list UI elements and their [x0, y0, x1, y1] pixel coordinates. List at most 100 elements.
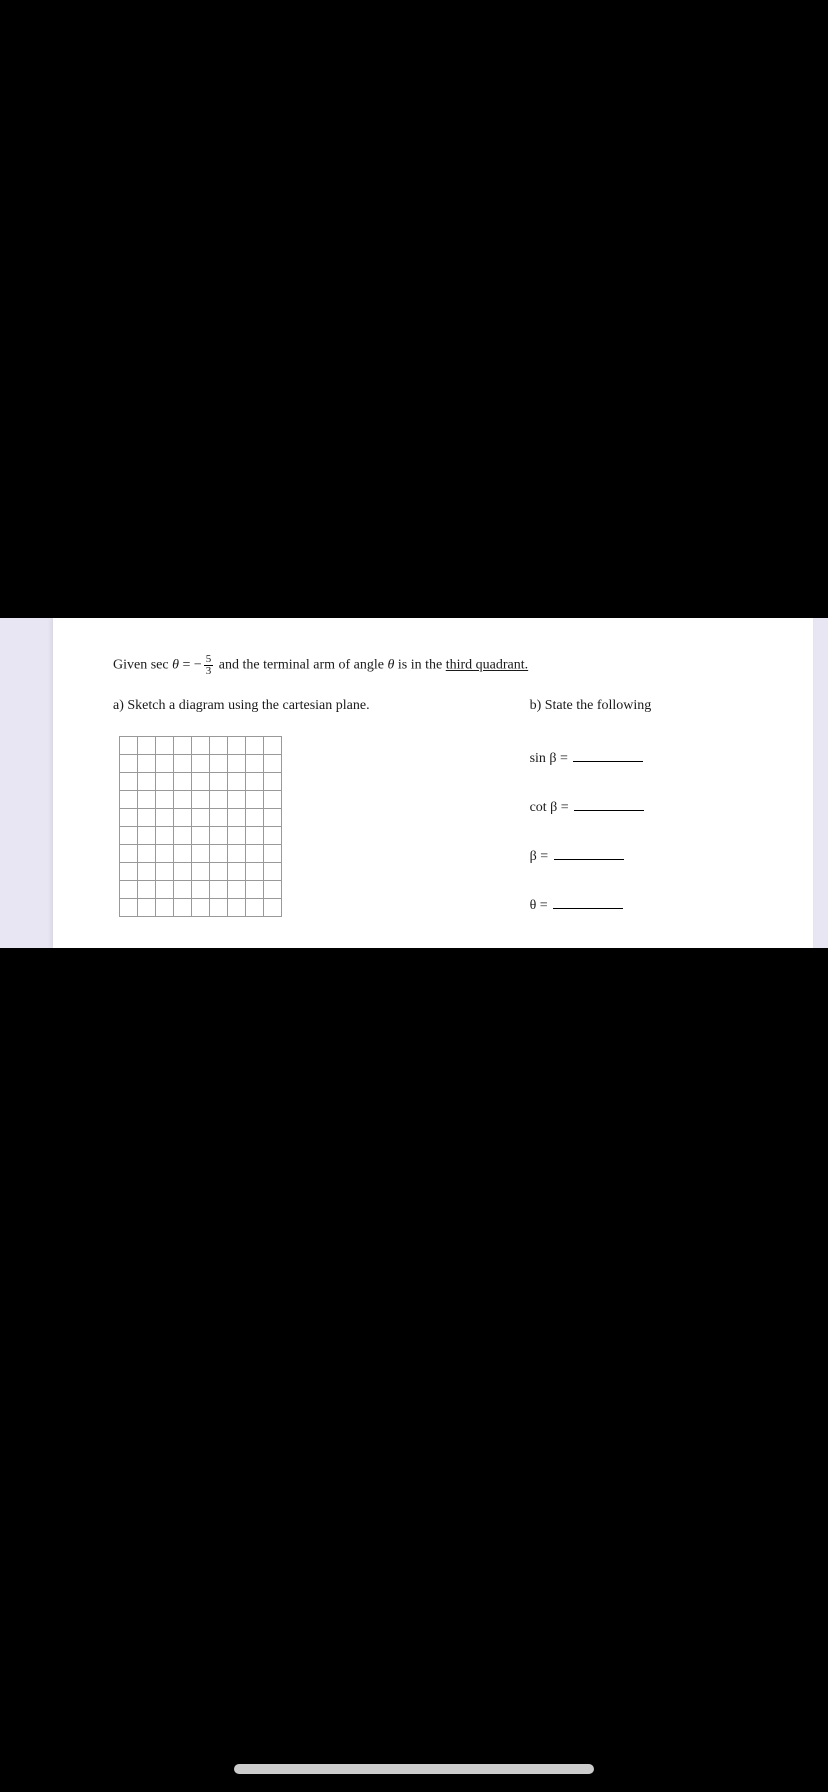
grid-cell [210, 899, 228, 917]
grid-cell [246, 791, 264, 809]
grid-cell [120, 827, 138, 845]
equals-text: = − [179, 658, 202, 673]
grid-cell [192, 755, 210, 773]
grid-table [119, 736, 282, 917]
grid-cell [156, 773, 174, 791]
grid-cell [192, 773, 210, 791]
grid-cell [138, 827, 156, 845]
grid-cell [120, 899, 138, 917]
grid-cell [228, 881, 246, 899]
answer-line: θ = [530, 895, 765, 916]
answer-blank[interactable] [553, 897, 623, 909]
grid-cell [192, 863, 210, 881]
grid-cell [264, 809, 282, 827]
grid-cell [264, 881, 282, 899]
grid-cell [210, 737, 228, 755]
grid-cell [120, 881, 138, 899]
grid-cell [138, 773, 156, 791]
grid-cell [246, 881, 264, 899]
grid-cell [192, 845, 210, 863]
grid-cell [210, 809, 228, 827]
grid-cell [174, 845, 192, 863]
grid-cell [210, 791, 228, 809]
grid-cell [156, 827, 174, 845]
answer-blank[interactable] [574, 799, 644, 811]
grid-cell [264, 845, 282, 863]
part-b-heading: b) State the following [530, 695, 765, 716]
grid-cell [120, 773, 138, 791]
grid-cell [156, 899, 174, 917]
answer-line: cot β = [530, 797, 765, 818]
grid-cell [138, 809, 156, 827]
grid-cell [174, 791, 192, 809]
grid-cell [138, 881, 156, 899]
grid-cell [210, 863, 228, 881]
grid-cell [246, 899, 264, 917]
given-text-prefix: Given sec [113, 658, 172, 673]
grid-cell [174, 755, 192, 773]
grid-cell [246, 737, 264, 755]
columns-container: a) Sketch a diagram using the cartesian … [113, 695, 765, 917]
grid-cell [210, 773, 228, 791]
grid-cell [138, 737, 156, 755]
grid-cell [228, 809, 246, 827]
grid-cell [138, 791, 156, 809]
given-text-mid2: is in the [394, 658, 445, 673]
document-viewport: Given sec θ = −53 and the terminal arm o… [0, 618, 828, 948]
grid-cell [210, 845, 228, 863]
grid-cell [120, 737, 138, 755]
grid-cell [138, 899, 156, 917]
grid-cell [138, 755, 156, 773]
grid-cell [246, 773, 264, 791]
grid-cell [156, 845, 174, 863]
answer-line: sin β = [530, 748, 765, 769]
given-text-mid1: and the terminal arm of angle [215, 658, 387, 673]
worksheet-page: Given sec θ = −53 and the terminal arm o… [53, 618, 813, 948]
grid-cell [120, 791, 138, 809]
fraction: 53 [204, 654, 214, 677]
grid-cell [228, 755, 246, 773]
answer-blank[interactable] [573, 750, 643, 762]
grid-cell [246, 863, 264, 881]
grid-cell [264, 737, 282, 755]
quadrant-text: third quadrant. [446, 658, 528, 673]
grid-cell [174, 881, 192, 899]
answer-label: sin β = [530, 751, 572, 766]
grid-cell [174, 863, 192, 881]
grid-cell [174, 737, 192, 755]
grid-cell [264, 791, 282, 809]
grid-cell [246, 845, 264, 863]
grid-cell [156, 809, 174, 827]
grid-cell [264, 755, 282, 773]
grid-cell [264, 773, 282, 791]
grid-cell [192, 809, 210, 827]
grid-cell [228, 845, 246, 863]
grid-cell [228, 899, 246, 917]
answer-label: β = [530, 849, 552, 864]
grid-cell [210, 827, 228, 845]
home-indicator[interactable] [234, 1764, 594, 1774]
grid-cell [174, 827, 192, 845]
answer-blank[interactable] [554, 848, 624, 860]
grid-cell [156, 737, 174, 755]
grid-cell [246, 809, 264, 827]
grid-cell [120, 809, 138, 827]
grid-cell [174, 809, 192, 827]
grid-cell [264, 863, 282, 881]
theta-symbol: θ [172, 658, 179, 673]
grid-cell [156, 791, 174, 809]
grid-cell [246, 827, 264, 845]
grid-cell [210, 881, 228, 899]
grid-cell [228, 737, 246, 755]
grid-cell [156, 863, 174, 881]
grid-cell [246, 755, 264, 773]
grid-cell [192, 791, 210, 809]
problem-statement: Given sec θ = −53 and the terminal arm o… [113, 654, 765, 677]
answer-label: cot β = [530, 800, 573, 815]
grid-cell [192, 899, 210, 917]
cartesian-grid [119, 736, 370, 917]
column-left: a) Sketch a diagram using the cartesian … [113, 695, 370, 917]
answer-line: β = [530, 846, 765, 867]
grid-cell [120, 845, 138, 863]
grid-cell [228, 827, 246, 845]
